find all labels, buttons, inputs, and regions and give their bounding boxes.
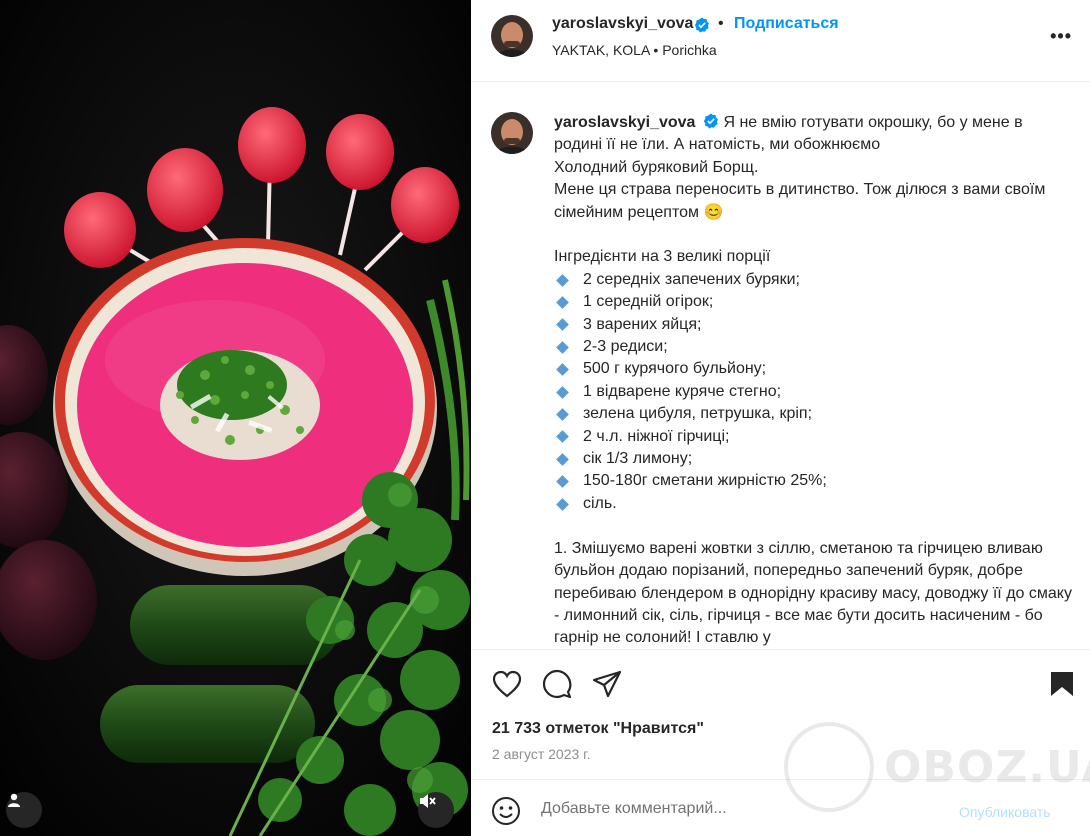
actions-bar: 21 733 отметок "Нравится" 2 август 2023 … [471, 649, 1090, 779]
diamond-bullet-icon [556, 430, 569, 444]
comment-input[interactable] [541, 800, 941, 818]
paper-plane-icon [592, 670, 622, 698]
ingredient-item: 500 г курячого бульйону; [554, 358, 1074, 380]
ingredient-item: 1 відварене куряче стегно; [554, 381, 1074, 403]
comment-bar: Опубликовать [471, 779, 1090, 836]
ingredient-item: сік 1/3 лимону; [554, 448, 1074, 470]
user-icon [8, 793, 20, 807]
diamond-bullet-icon [556, 497, 569, 511]
diamond-bullet-icon [556, 475, 569, 489]
diamond-bullet-icon [556, 273, 569, 287]
mute-button[interactable] [418, 792, 454, 828]
ingredient-item: сіль. [554, 493, 1074, 515]
recipe-step: 1. Змішуємо варені жовтки з сіллю, смета… [554, 539, 1072, 647]
comment-bubble-icon [542, 669, 572, 699]
caption-line: Мене ця страва переносить в дитинство. Т… [554, 181, 1046, 221]
caption-text: yaroslavskyi_vova Я не вмію готувати окр… [554, 112, 1074, 649]
audio-track-label[interactable]: YAKTAK, KOLA • Porichka [552, 42, 717, 58]
publish-button[interactable]: Опубликовать [959, 804, 1051, 820]
like-button[interactable] [491, 668, 523, 700]
comment-button[interactable] [541, 668, 573, 700]
follow-button[interactable]: Подписаться [734, 15, 839, 33]
likes-count[interactable]: 21 733 отметок "Нравится" [492, 720, 704, 738]
caption-section: yaroslavskyi_vova Я не вмію готувати окр… [471, 83, 1090, 649]
diamond-bullet-icon [556, 408, 569, 421]
emoji-icon[interactable] [491, 796, 521, 826]
diamond-bullet-icon [556, 318, 569, 332]
share-button[interactable] [591, 668, 623, 700]
diamond-bullet-icon [556, 340, 569, 354]
ingredient-item: 2 ч.л. ніжної гірчиці; [554, 426, 1074, 448]
more-options-icon[interactable]: ••• [1050, 26, 1072, 47]
caption-username[interactable]: yaroslavskyi_vova [554, 114, 695, 131]
soup-image [0, 0, 471, 836]
diamond-bullet-icon [556, 296, 569, 309]
caption-author-avatar[interactable] [491, 112, 533, 154]
ingredient-item: зелена цибуля, петрушка, кріп; [554, 403, 1074, 425]
heart-icon [492, 670, 522, 698]
ingredient-item: 1 середній огірок; [554, 291, 1074, 313]
author-avatar[interactable] [491, 15, 533, 57]
diamond-bullet-icon [556, 452, 569, 466]
diamond-bullet-icon [556, 363, 569, 377]
verified-badge-icon [704, 113, 719, 129]
bookmark-icon [1051, 672, 1073, 696]
audio-muted-icon [420, 794, 436, 808]
ingredient-item: 2 середніх запечених буряки; [554, 269, 1074, 291]
post-date: 2 август 2023 г. [492, 746, 591, 762]
caption-line: Холодний буряковий Борщ. [554, 158, 759, 176]
author-username[interactable]: yaroslavskyi_vova [552, 15, 693, 33]
diamond-bullet-icon [556, 385, 569, 399]
avatar-image [491, 112, 533, 154]
ingredient-item: 150-180г сметани жирністю 25%; [554, 470, 1074, 492]
ingredient-item: 2-3 редиси; [554, 336, 1074, 358]
avatar-image [491, 15, 533, 57]
verified-badge-icon [694, 17, 709, 33]
post-photo[interactable] [0, 0, 471, 836]
user-tags-button[interactable] [6, 792, 42, 828]
ingredients-title: Інгредієнти на 3 великі порції [554, 248, 771, 266]
post-header: yaroslavskyi_vova • Подписаться YAKTAK, … [471, 0, 1090, 82]
save-button[interactable] [1046, 668, 1078, 700]
post-panel: yaroslavskyi_vova • Подписаться YAKTAK, … [471, 0, 1090, 836]
header-separator: • [718, 15, 724, 32]
ingredient-item: 3 варених яйця; [554, 314, 1074, 336]
